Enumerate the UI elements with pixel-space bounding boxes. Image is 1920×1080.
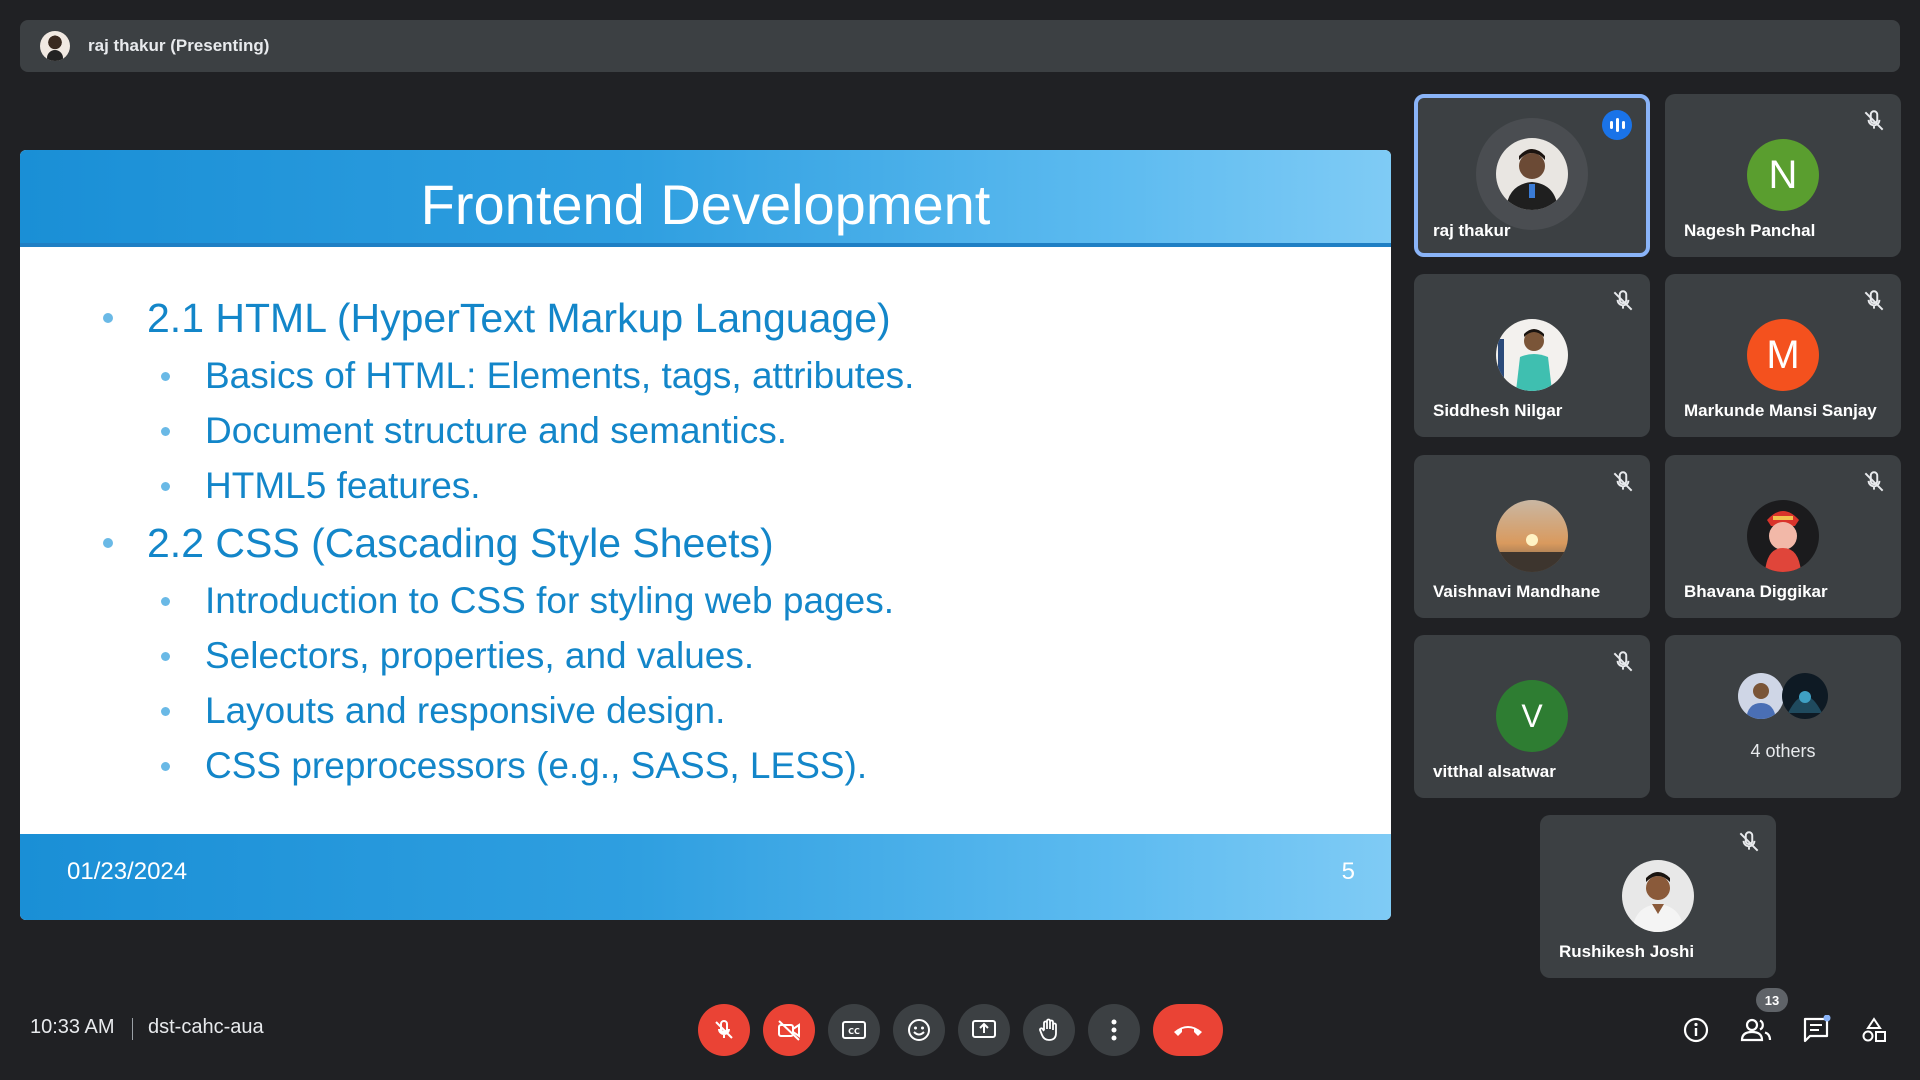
shared-slide: Frontend Development 2.1 HTML (HyperText… [20, 150, 1391, 920]
slide-sub-bullet: Selectors, properties, and values. [80, 628, 1351, 683]
participant-tile[interactable]: Siddhesh Nilgar [1414, 274, 1650, 437]
others-label: 4 others [1750, 741, 1816, 761]
emoji-reaction-button[interactable] [893, 1004, 945, 1056]
divider [132, 1018, 133, 1040]
presenter-label: raj thakur (Presenting) [88, 36, 270, 55]
slide-sub-bullet: Basics of HTML: Elements, tags, attribut… [80, 348, 1351, 403]
avatar [1747, 500, 1819, 572]
participant-tile[interactable]: M Markunde Mansi Sanjay [1665, 274, 1901, 437]
avatar [1496, 138, 1568, 210]
mic-muted-icon [1613, 471, 1633, 492]
leave-call-button[interactable] [1153, 1004, 1223, 1056]
slide-page-number: 5 [1341, 858, 1355, 885]
camera-toggle-button[interactable] [763, 1004, 815, 1056]
avatar: V [1496, 680, 1568, 752]
slide-bullet: 2.1 HTML (HyperText Markup Language) [80, 290, 1351, 346]
participant-name: Rushikesh Joshi [1559, 942, 1695, 961]
avatar [1496, 500, 1568, 572]
slide-sub-bullet: CSS preprocessors (e.g., SASS, LESS). [80, 738, 1351, 793]
slide-sub-bullet: Introduction to CSS for styling web page… [80, 573, 1351, 628]
mic-muted-icon [1864, 290, 1884, 311]
avatar: N [1747, 139, 1819, 211]
others-tile[interactable]: 4 others [1665, 635, 1901, 798]
present-now-button[interactable] [958, 1004, 1010, 1056]
participant-name: Siddhesh Nilgar [1433, 401, 1563, 420]
participant-name: Nagesh Panchal [1684, 221, 1816, 240]
participant-count-badge: 13 [1756, 988, 1788, 1012]
slide-sub-bullet: Layouts and responsive design. [80, 683, 1351, 738]
captions-button[interactable]: CC [828, 1004, 880, 1056]
presenter-bar: raj thakur (Presenting) [20, 20, 1900, 72]
participant-tile[interactable]: Bhavana Diggikar [1665, 455, 1901, 618]
people-button[interactable] [1740, 1014, 1772, 1046]
participant-name: Vaishnavi Mandhane [1433, 582, 1601, 601]
participant-tile[interactable]: N Nagesh Panchal [1665, 94, 1901, 257]
chat-icon [1803, 1015, 1831, 1043]
info-icon [1683, 1017, 1709, 1043]
slide-title: Frontend Development [420, 173, 991, 236]
mic-muted-icon [1613, 290, 1633, 311]
mic-muted-icon [1739, 831, 1759, 852]
captions-icon: CC [842, 1021, 866, 1039]
participant-name: Bhavana Diggikar [1684, 582, 1828, 601]
presenter-avatar [40, 31, 70, 61]
participant-name: raj thakur [1433, 221, 1511, 240]
avatar [1622, 860, 1694, 932]
mic-muted-icon [1864, 471, 1884, 492]
activities-icon [1862, 1017, 1886, 1042]
people-icon [1740, 1018, 1772, 1042]
slide-body: 2.1 HTML (HyperText Markup Language) Bas… [80, 290, 1351, 793]
chat-button[interactable] [1800, 1014, 1832, 1046]
avatar: M [1747, 319, 1819, 391]
others-avatar [1782, 673, 1828, 719]
mic-off-icon [715, 1019, 733, 1039]
meeting-details-button[interactable] [1680, 1014, 1712, 1046]
participant-name: vitthal alsatwar [1433, 762, 1556, 781]
participant-name: Markunde Mansi Sanjay [1684, 401, 1877, 420]
more-options-button[interactable] [1088, 1004, 1140, 1056]
raise-hand-button[interactable] [1023, 1004, 1075, 1056]
slide-date: 01/23/2024 [67, 858, 188, 885]
raise-hand-icon [1039, 1018, 1057, 1041]
slide-sub-bullet: HTML5 features. [80, 458, 1351, 513]
avatar [1496, 319, 1568, 391]
participant-tile[interactable]: raj thakur [1414, 94, 1650, 257]
mic-muted-icon [1864, 110, 1884, 131]
participant-tile[interactable]: Rushikesh Joshi [1540, 815, 1776, 978]
speaking-indicator-icon [1602, 110, 1632, 140]
svg-text:CC: CC [848, 1027, 860, 1036]
meeting-code: dst-cahc-aua [148, 1016, 264, 1038]
end-call-icon [1174, 1026, 1202, 1036]
participant-tile[interactable]: Vaishnavi Mandhane [1414, 455, 1650, 618]
slide-footer: 01/23/2024 5 [20, 834, 1391, 920]
slide-header: Frontend Development [20, 150, 1391, 247]
emoji-icon [908, 1019, 930, 1041]
clock-time: 10:33 AM [30, 1016, 115, 1038]
slide-bullet: 2.2 CSS (Cascading Style Sheets) [80, 515, 1351, 571]
activities-button[interactable] [1858, 1014, 1890, 1046]
mic-toggle-button[interactable] [698, 1004, 750, 1056]
participant-tile[interactable]: V vitthal alsatwar [1414, 635, 1650, 798]
more-options-icon [1111, 1019, 1117, 1041]
others-avatar [1738, 673, 1784, 719]
slide-sub-bullet: Document structure and semantics. [80, 403, 1351, 458]
camera-off-icon [778, 1020, 800, 1041]
present-icon [972, 1020, 996, 1038]
mic-muted-icon [1613, 651, 1633, 672]
